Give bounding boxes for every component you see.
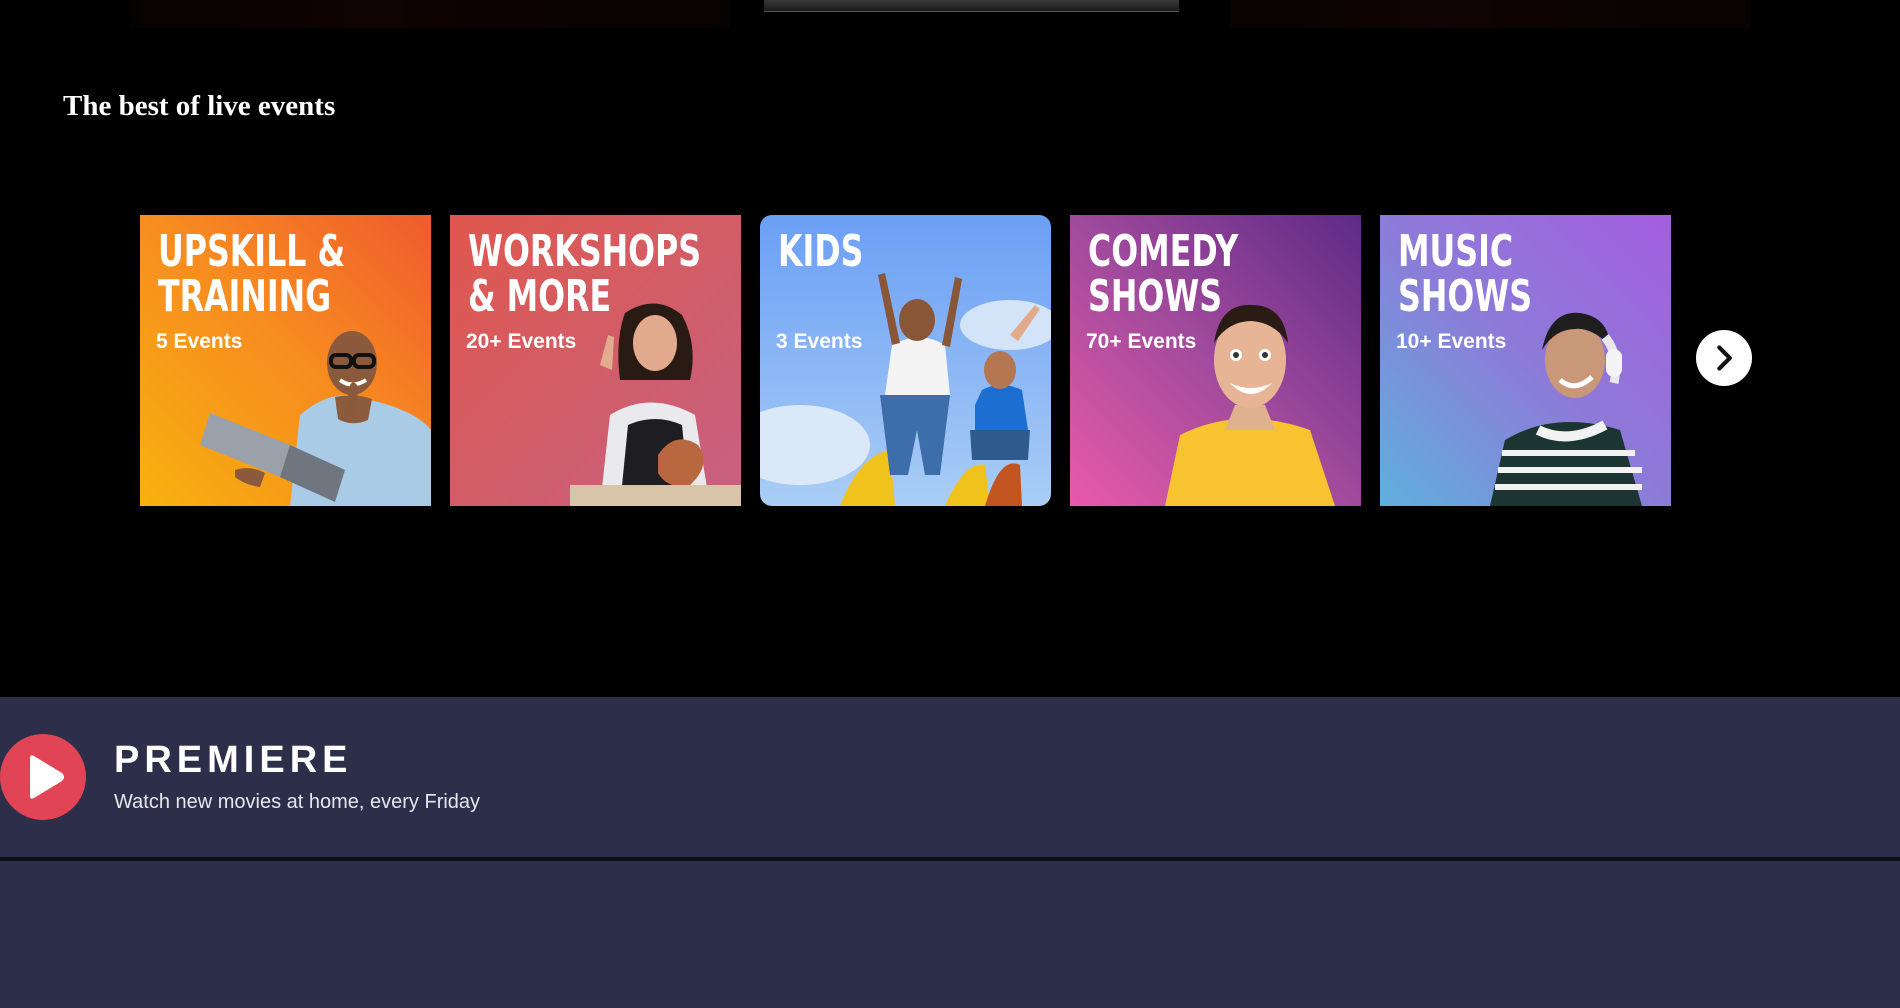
chevron-right-icon xyxy=(1717,345,1732,371)
card-title: MUSIC SHOWS xyxy=(1398,226,1533,322)
card-title: UPSKILL & TRAINING xyxy=(158,226,346,322)
banner-shade-right xyxy=(1230,0,1750,28)
card-title: KIDS xyxy=(778,226,864,277)
carousel-next-button[interactable] xyxy=(1696,330,1752,386)
premiere-tagline: Watch new movies at home, every Friday xyxy=(114,791,481,813)
section-title: The best of live events xyxy=(63,90,336,122)
card-title: WORKSHOPS & MORE xyxy=(468,226,702,322)
event-count: 20+ Events xyxy=(466,330,577,353)
card-title: COMEDY SHOWS xyxy=(1088,226,1239,322)
category-card-kids[interactable]: KIDS 3 Events xyxy=(760,215,1051,506)
event-count: 10+ Events xyxy=(1396,330,1507,353)
event-count: 70+ Events xyxy=(1086,330,1197,353)
category-card-workshops[interactable]: WORKSHOPS & MORE 20+ Events xyxy=(450,215,741,506)
top-banner-remnant xyxy=(0,0,1900,30)
play-icon xyxy=(0,734,86,820)
category-card-upskill[interactable]: UPSKILL & TRAINING 5 Events xyxy=(140,215,431,506)
banner-shade-left xyxy=(130,0,730,28)
category-card-comedy[interactable]: COMEDY SHOWS 70+ Events xyxy=(1070,215,1361,506)
banner-bottom-edge xyxy=(764,0,1179,12)
event-count: 5 Events xyxy=(156,330,243,353)
premiere-banner[interactable]: PREMIERE Watch new movies at home, every… xyxy=(0,697,1900,857)
event-count: 3 Events xyxy=(776,330,863,353)
category-card-music[interactable]: MUSIC SHOWS 10+ Events xyxy=(1380,215,1671,506)
premiere-brand: PREMIERE xyxy=(114,739,353,781)
footer-band xyxy=(0,861,1900,1008)
